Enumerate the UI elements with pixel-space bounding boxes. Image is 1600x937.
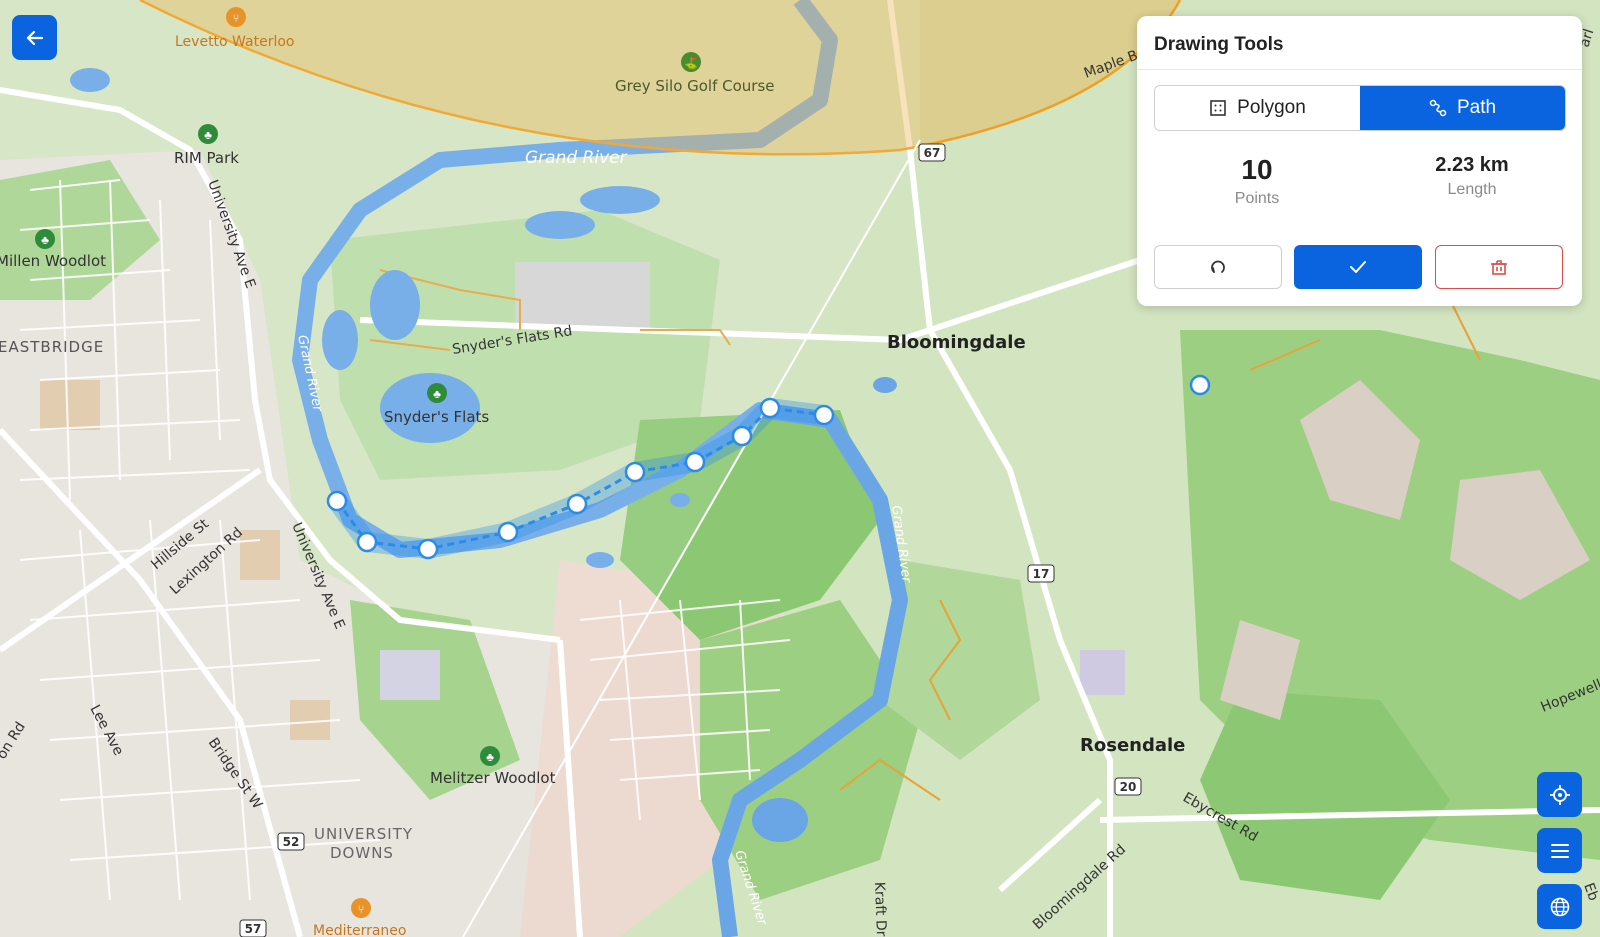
label-millen: Millen Woodlot	[0, 252, 106, 270]
route-shield-52: 52	[283, 835, 300, 849]
svg-text:♣: ♣	[204, 128, 212, 142]
back-button[interactable]	[12, 15, 57, 60]
label-mediterraneo: Mediterraneo	[313, 923, 406, 937]
label-melitzer: Melitzer Woodlot	[430, 769, 556, 787]
path-icon	[1429, 99, 1447, 117]
check-icon	[1350, 261, 1366, 273]
length-label: Length	[1447, 181, 1497, 198]
finish-button[interactable]	[1294, 245, 1422, 289]
path-vertex[interactable]	[813, 404, 835, 426]
road-label: Kraft Dr	[871, 882, 889, 937]
delete-button[interactable]	[1435, 245, 1563, 289]
label-grey-silo: Grey Silo Golf Course	[615, 77, 775, 95]
park-icon: ♣	[427, 383, 447, 403]
svg-text:⑂: ⑂	[358, 904, 365, 916]
park-icon: ♣	[480, 746, 500, 766]
mode-toggle: Polygon Path	[1154, 85, 1566, 131]
points-value: 10	[1241, 154, 1273, 185]
drawing-tools-panel: Drawing Tools Polygon Path 10 Points 2.2…	[1137, 16, 1582, 306]
layers-menu-button[interactable]	[1537, 828, 1582, 873]
points-label: Points	[1234, 190, 1280, 207]
locate-button[interactable]	[1537, 772, 1582, 817]
path-vertex[interactable]	[624, 461, 646, 483]
path-vertex[interactable]	[684, 451, 706, 473]
park-icon: ♣	[198, 124, 218, 144]
menu-icon	[1550, 843, 1569, 858]
panel-title: Drawing Tools	[1154, 34, 1284, 55]
label-levetto: Levetto Waterloo	[175, 34, 294, 50]
restaurant-icon: ⑂	[226, 7, 246, 27]
label-eastbridge: EASTBRIDGE	[0, 338, 104, 356]
path-mode-label: Path	[1456, 97, 1497, 118]
path-mode-button[interactable]: Path	[1360, 86, 1565, 130]
route-shield-67: 67	[924, 146, 941, 160]
label-downs: DOWNS	[330, 844, 394, 862]
map-marker[interactable]	[1189, 374, 1211, 396]
label-snyders-flats: Snyder's Flats	[384, 408, 489, 426]
path-vertex[interactable]	[759, 397, 781, 419]
trash-icon	[1491, 260, 1507, 275]
svg-text:♣: ♣	[433, 387, 441, 401]
park-icon: ♣	[35, 229, 55, 249]
restaurant-icon: ⑂	[351, 898, 371, 918]
river-label: Grand River	[525, 148, 628, 168]
path-vertex[interactable]	[731, 425, 753, 447]
path-vertex[interactable]	[417, 538, 439, 560]
polygon-icon	[1210, 100, 1226, 116]
globe-icon	[1550, 897, 1569, 916]
path-vertex[interactable]	[326, 490, 348, 512]
svg-text:♣: ♣	[486, 750, 494, 764]
path-vertex[interactable]	[497, 521, 519, 543]
path-vertex[interactable]	[356, 531, 378, 553]
label-university: UNIVERSITY	[314, 825, 413, 843]
route-shield-20: 20	[1120, 780, 1137, 794]
points-stat: 10 Points	[1187, 154, 1327, 208]
polygon-mode-label: Polygon	[1237, 97, 1306, 118]
route-shield-57: 57	[245, 922, 262, 936]
svg-text:⑂: ⑂	[233, 13, 240, 25]
length-stat: 2.23 km Length	[1402, 154, 1542, 199]
route-shield-17: 17	[1033, 567, 1050, 581]
svg-text:⛳: ⛳	[684, 57, 698, 70]
golf-icon: ⛳	[681, 52, 701, 72]
arrow-left-icon	[26, 30, 43, 45]
label-bloomingdale: Bloomingdale	[887, 332, 1026, 353]
path-vertex[interactable]	[566, 493, 588, 515]
svg-text:♣: ♣	[41, 233, 49, 247]
divider	[1137, 69, 1582, 70]
crosshair-icon	[1549, 784, 1570, 805]
globe-button[interactable]	[1537, 884, 1582, 929]
label-rosendale: Rosendale	[1080, 735, 1185, 756]
undo-icon	[1211, 260, 1225, 273]
undo-button[interactable]	[1154, 245, 1282, 289]
label-rim-park: RIM Park	[174, 149, 239, 167]
length-value: 2.23 km	[1435, 154, 1509, 176]
polygon-mode-button[interactable]: Polygon	[1155, 86, 1360, 130]
